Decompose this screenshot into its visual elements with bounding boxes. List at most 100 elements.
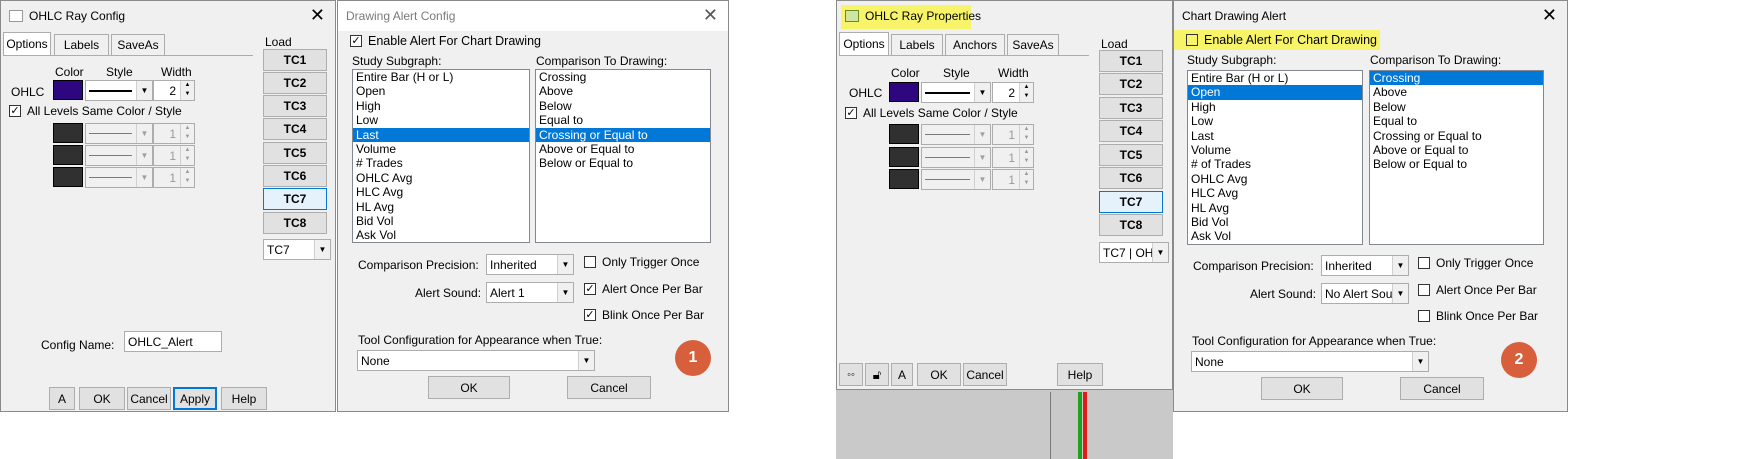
- study-subgraph-list[interactable]: Entire Bar (H or L) Open High Low Last Volume…: [352, 69, 530, 243]
- tc5-button[interactable]: TC5: [263, 142, 327, 164]
- tab-options[interactable]: Options: [3, 32, 51, 55]
- study-subgraph-item[interactable]: High: [1188, 100, 1362, 114]
- only-trigger-once-checkbox[interactable]: Only Trigger Once: [584, 255, 699, 269]
- tab-labels[interactable]: Labels: [891, 34, 943, 55]
- close-icon[interactable]: ✕: [1542, 5, 1557, 25]
- comparison-item[interactable]: Crossing: [1370, 71, 1543, 86]
- tab-saveas[interactable]: SaveAs: [1007, 34, 1059, 55]
- ok-button[interactable]: OK: [917, 363, 961, 386]
- alert-once-per-bar-checkbox[interactable]: ✓ Alert Once Per Bar: [584, 282, 703, 296]
- checkbox-box[interactable]: ✓: [9, 105, 21, 117]
- comparison-precision-select[interactable]: Inherited ▼: [486, 254, 574, 275]
- comparison-item[interactable]: Above: [1370, 85, 1543, 99]
- checkbox-box[interactable]: ✓: [845, 107, 857, 119]
- alert-sound-select[interactable]: Alert 1 ▼: [486, 282, 574, 303]
- alert-sound-select[interactable]: No Alert Sou ▼: [1321, 283, 1409, 304]
- comparison-list[interactable]: Crossing Above Below Equal to Crossing or Eq…: [535, 69, 711, 243]
- ok-button[interactable]: OK: [428, 376, 510, 399]
- tab-anchors[interactable]: Anchors: [945, 34, 1005, 55]
- checkbox-box[interactable]: [584, 256, 596, 268]
- spin-arrows-icon[interactable]: ▲ ▼: [180, 81, 194, 100]
- width-stepper[interactable]: 2 ▲ ▼: [153, 80, 195, 101]
- help-button[interactable]: Help: [221, 387, 267, 410]
- comparison-item[interactable]: Crossing or Equal to: [536, 127, 710, 142]
- style-select[interactable]: ▼: [85, 80, 153, 101]
- tc7-button[interactable]: TC7: [1099, 191, 1163, 213]
- comparison-item[interactable]: Equal to: [536, 113, 710, 127]
- comparison-item[interactable]: Equal to: [1370, 114, 1543, 128]
- glasses-button[interactable]: ◦◦: [839, 363, 863, 386]
- tab-labels[interactable]: Labels: [54, 34, 109, 55]
- tc-select[interactable]: TC7 ▼: [263, 239, 331, 260]
- tc-select[interactable]: TC7 | OHL ▼: [1099, 242, 1169, 263]
- config-name-input[interactable]: OHLC_Alert: [124, 331, 222, 352]
- tc5-button[interactable]: TC5: [1099, 144, 1163, 166]
- checkbox-box[interactable]: [1418, 257, 1430, 269]
- tc1-button[interactable]: TC1: [1099, 50, 1163, 72]
- checkbox-box[interactable]: ✓: [350, 35, 362, 47]
- tc3-button[interactable]: TC3: [1099, 97, 1163, 119]
- lock-button[interactable]: 🔓︎: [865, 363, 889, 386]
- study-subgraph-item[interactable]: Bid Vol: [353, 214, 529, 228]
- study-subgraph-item[interactable]: Ask Vol: [353, 228, 529, 242]
- enable-alert-checkbox[interactable]: ✓ Enable Alert For Chart Drawing: [350, 34, 541, 48]
- tc4-button[interactable]: TC4: [263, 118, 327, 140]
- tc2-button[interactable]: TC2: [1099, 73, 1163, 95]
- checkbox-box[interactable]: ✓: [584, 309, 596, 321]
- comparison-item[interactable]: Crossing: [536, 70, 710, 84]
- tc3-button[interactable]: TC3: [263, 95, 327, 117]
- comparison-item[interactable]: Above or Equal to: [536, 142, 710, 156]
- study-subgraph-item[interactable]: Last: [353, 127, 529, 142]
- a-button[interactable]: A: [49, 387, 75, 410]
- study-subgraph-item[interactable]: HL Avg: [1188, 201, 1362, 215]
- all-levels-checkbox[interactable]: ✓ All Levels Same Color / Style: [9, 104, 182, 118]
- close-icon[interactable]: ✕: [703, 5, 718, 25]
- style-select[interactable]: ▼: [921, 82, 991, 103]
- study-subgraph-item[interactable]: Ask Vol: [1188, 229, 1362, 243]
- tc2-button[interactable]: TC2: [263, 72, 327, 94]
- comparison-item[interactable]: Above or Equal to: [1370, 143, 1543, 157]
- study-subgraph-item[interactable]: Open: [353, 84, 529, 98]
- checkbox-box[interactable]: [1418, 310, 1430, 322]
- tc8-button[interactable]: TC8: [1099, 214, 1163, 236]
- ok-button[interactable]: OK: [79, 387, 125, 410]
- help-button[interactable]: Help: [1057, 363, 1103, 386]
- tool-config-select[interactable]: None ▼: [357, 350, 595, 371]
- study-subgraph-item[interactable]: Low: [353, 113, 529, 127]
- alert-once-per-bar-checkbox[interactable]: Alert Once Per Bar: [1418, 283, 1537, 297]
- comparison-item[interactable]: Crossing or Equal to: [1370, 129, 1543, 143]
- tc6-button[interactable]: TC6: [1099, 167, 1163, 189]
- cancel-button[interactable]: Cancel: [1400, 377, 1484, 400]
- tc8-button[interactable]: TC8: [263, 212, 327, 234]
- color-swatch[interactable]: [889, 82, 919, 102]
- comparison-item[interactable]: Above: [536, 84, 710, 98]
- blink-once-per-bar-checkbox[interactable]: Blink Once Per Bar: [1418, 309, 1538, 323]
- enable-alert-checkbox[interactable]: Enable Alert For Chart Drawing: [1186, 33, 1377, 47]
- study-subgraph-item[interactable]: HL Avg: [353, 200, 529, 214]
- study-subgraph-item[interactable]: OHLC Avg: [1188, 172, 1362, 186]
- tab-options[interactable]: Options: [839, 32, 889, 55]
- tool-config-select[interactable]: None ▼: [1191, 351, 1429, 372]
- only-trigger-once-checkbox[interactable]: Only Trigger Once: [1418, 256, 1533, 270]
- comparison-list[interactable]: Crossing Above Below Equal to Crossing or Eq…: [1369, 70, 1544, 245]
- comparison-item[interactable]: Below: [1370, 100, 1543, 114]
- study-subgraph-item[interactable]: Entire Bar (H or L): [1188, 71, 1362, 85]
- all-levels-checkbox[interactable]: ✓ All Levels Same Color / Style: [845, 106, 1018, 120]
- study-subgraph-item[interactable]: High: [353, 99, 529, 113]
- study-subgraph-item[interactable]: Entire Bar (H or L): [353, 70, 529, 84]
- blink-once-per-bar-checkbox[interactable]: ✓ Blink Once Per Bar: [584, 308, 704, 322]
- cancel-button[interactable]: Cancel: [567, 376, 651, 399]
- checkbox-box[interactable]: [1418, 284, 1430, 296]
- width-stepper[interactable]: 2 ▲ ▼: [992, 82, 1034, 103]
- study-subgraph-item[interactable]: HLC Avg: [1188, 186, 1362, 200]
- study-subgraph-item[interactable]: Volume: [353, 142, 529, 156]
- a-button[interactable]: A: [891, 363, 913, 386]
- study-subgraph-item[interactable]: # of Trades: [1188, 157, 1362, 171]
- apply-button[interactable]: Apply: [173, 387, 217, 410]
- study-subgraph-item[interactable]: Volume: [1188, 143, 1362, 157]
- tc7-button[interactable]: TC7: [263, 188, 327, 210]
- checkbox-box[interactable]: ✓: [584, 283, 596, 295]
- ok-button[interactable]: OK: [1261, 377, 1343, 400]
- tc1-button[interactable]: TC1: [263, 49, 327, 71]
- comparison-item[interactable]: Below or Equal to: [1370, 157, 1543, 171]
